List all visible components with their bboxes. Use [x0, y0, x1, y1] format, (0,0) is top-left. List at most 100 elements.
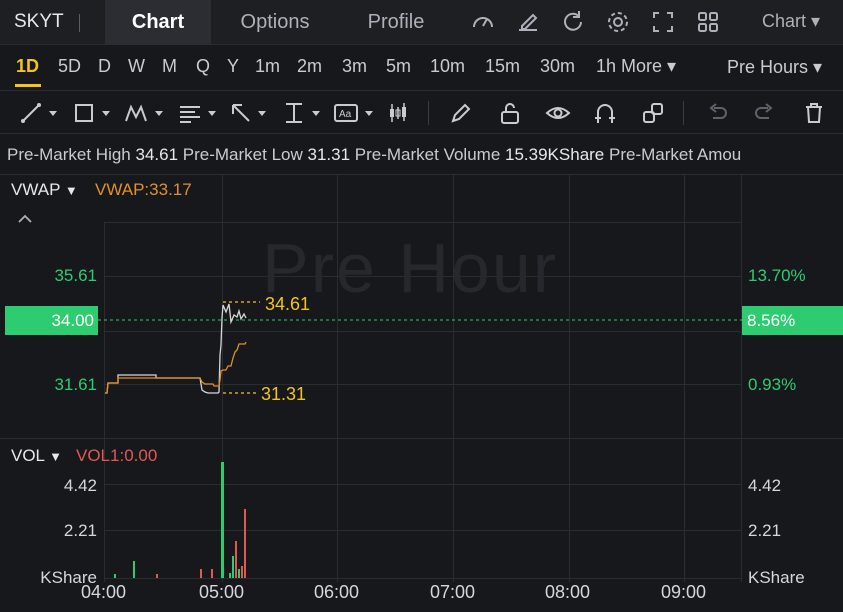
grid-line-v [569, 175, 570, 582]
premarket-low-label: Pre-Market Low [182, 145, 303, 164]
vol-tick-right: 2.21 [748, 521, 782, 540]
label-tool-icon[interactable]: Aa [333, 101, 379, 125]
stats-divider [0, 174, 843, 175]
rectangle-tool-icon[interactable] [73, 101, 115, 125]
text-note-tool-icon[interactable] [177, 101, 221, 125]
pattern-tool-icon[interactable] [124, 101, 168, 125]
measure-tool-icon[interactable] [282, 101, 326, 125]
vol-tick-left: 4.42 [63, 476, 97, 495]
vol-indicator-label: VOL [11, 446, 45, 465]
candlestick-tool-icon[interactable] [386, 101, 410, 125]
interval-1d[interactable]: 1D [16, 56, 39, 77]
volume-bar [244, 509, 246, 578]
top-tab-bar: SKYT Chart Options Profile Chart ▾ [0, 0, 843, 45]
interval-y[interactable]: Y [227, 56, 239, 77]
premarket-stats: Pre-Market High 34.61 Pre-Market Low 31.… [7, 145, 741, 165]
grid-layout-icon[interactable] [695, 9, 721, 35]
volume-bar [200, 569, 202, 578]
premarket-volume-value: 15.39KShare [505, 145, 605, 164]
grid-line-h [104, 484, 741, 485]
time-label: 08:00 [545, 582, 591, 602]
collapse-chevron-icon[interactable] [17, 213, 33, 225]
interval-5m[interactable]: 5m [386, 56, 411, 77]
price-tick-left: 31.61 [54, 375, 97, 394]
interval-bar: 1D 5D D W M Q Y 1m 2m 3m 5m 10m 15m 30m … [0, 46, 843, 88]
trash-icon[interactable] [803, 101, 825, 125]
grid-line-h [104, 530, 741, 531]
vol-indicator-dropdown[interactable]: VOL ▼ [11, 446, 62, 466]
time-label: 07:00 [430, 582, 476, 602]
chart-type-dropdown[interactable]: Chart ▾ [762, 11, 820, 32]
grid-line-v [222, 175, 223, 582]
time-label: 06:00 [314, 582, 360, 602]
current-price-tag: 34.00 [5, 306, 98, 335]
fullscreen-icon[interactable] [650, 9, 676, 35]
gauge-icon[interactable] [470, 9, 496, 35]
trendline-tool-icon[interactable] [20, 101, 62, 125]
drawing-toolbar: Aa [0, 90, 843, 134]
edit-icon[interactable] [515, 9, 541, 35]
current-pct-tag: 8.56% [742, 306, 843, 335]
active-interval-underline [15, 84, 41, 87]
grid-line-h [104, 222, 741, 223]
toolbar-divider [683, 101, 684, 125]
interval-more-dropdown[interactable]: More ▾ [621, 56, 676, 77]
vol-value: VOL1:0.00 [76, 446, 158, 465]
session-dropdown[interactable]: Pre Hours ▾ [727, 57, 822, 78]
pct-tick-right: 13.70% [748, 266, 806, 285]
vwap-value: VWAP:33.17 [95, 180, 192, 199]
redo-icon[interactable] [753, 101, 777, 125]
interval-m[interactable]: M [162, 56, 177, 77]
volume-bar [232, 556, 234, 578]
volume-bar [133, 561, 135, 578]
undo-icon[interactable] [705, 101, 729, 125]
interval-2m[interactable]: 2m [297, 56, 322, 77]
interval-5d[interactable]: 5D [58, 56, 81, 77]
caret-down-icon: ▼ [64, 183, 78, 198]
ticker-divider [79, 14, 80, 32]
chart-type-label: Chart [762, 11, 807, 31]
interval-10m[interactable]: 10m [430, 56, 465, 77]
high-annotation: 34.61 [265, 294, 311, 314]
more-label: More [621, 56, 663, 76]
grid-line-v [741, 175, 742, 582]
premarket-high-label: Pre-Market High [7, 145, 131, 164]
premarket-low-value: 31.31 [307, 145, 351, 164]
eye-icon[interactable] [545, 101, 571, 125]
arrow-tool-icon[interactable] [229, 101, 273, 125]
panel-divider [0, 438, 843, 439]
interval-q[interactable]: Q [196, 56, 210, 77]
grid-line-h [104, 578, 741, 579]
link-icon[interactable] [641, 101, 665, 125]
volume-bar [211, 569, 213, 578]
toolbar-divider [428, 101, 429, 125]
interval-1h[interactable]: 1h [596, 56, 616, 77]
interval-d[interactable]: D [98, 56, 111, 77]
brush-icon[interactable] [449, 101, 473, 125]
refresh-icon[interactable] [560, 9, 586, 35]
interval-15m[interactable]: 15m [485, 56, 520, 77]
time-label: 05:00 [199, 582, 245, 602]
interval-30m[interactable]: 30m [540, 56, 575, 77]
tab-chart[interactable]: Chart [105, 0, 211, 45]
interval-3m[interactable]: 3m [342, 56, 367, 77]
vwap-indicator-dropdown[interactable]: VWAP ▼ [11, 180, 78, 200]
volume-bar [235, 541, 237, 578]
tab-options[interactable]: Options [222, 0, 328, 45]
grid-line-h [104, 331, 741, 332]
ticker-symbol: SKYT [14, 11, 64, 32]
vwap-line [105, 341, 247, 394]
svg-text:Aa: Aa [339, 109, 352, 120]
interval-1m[interactable]: 1m [255, 56, 280, 77]
premarket-volume-label: Pre-Market Volume [354, 145, 501, 164]
magnet-icon[interactable] [593, 101, 617, 125]
interval-w[interactable]: W [128, 56, 145, 77]
grid-line-h [104, 384, 741, 385]
low-annotation: 31.31 [261, 384, 307, 404]
caret-down-icon: ▾ [811, 11, 821, 31]
time-label: 09:00 [661, 582, 707, 602]
time-label: 04:00 [81, 582, 127, 602]
unlock-icon[interactable] [498, 101, 522, 125]
settings-icon[interactable] [605, 9, 631, 35]
tab-profile[interactable]: Profile [343, 0, 449, 45]
